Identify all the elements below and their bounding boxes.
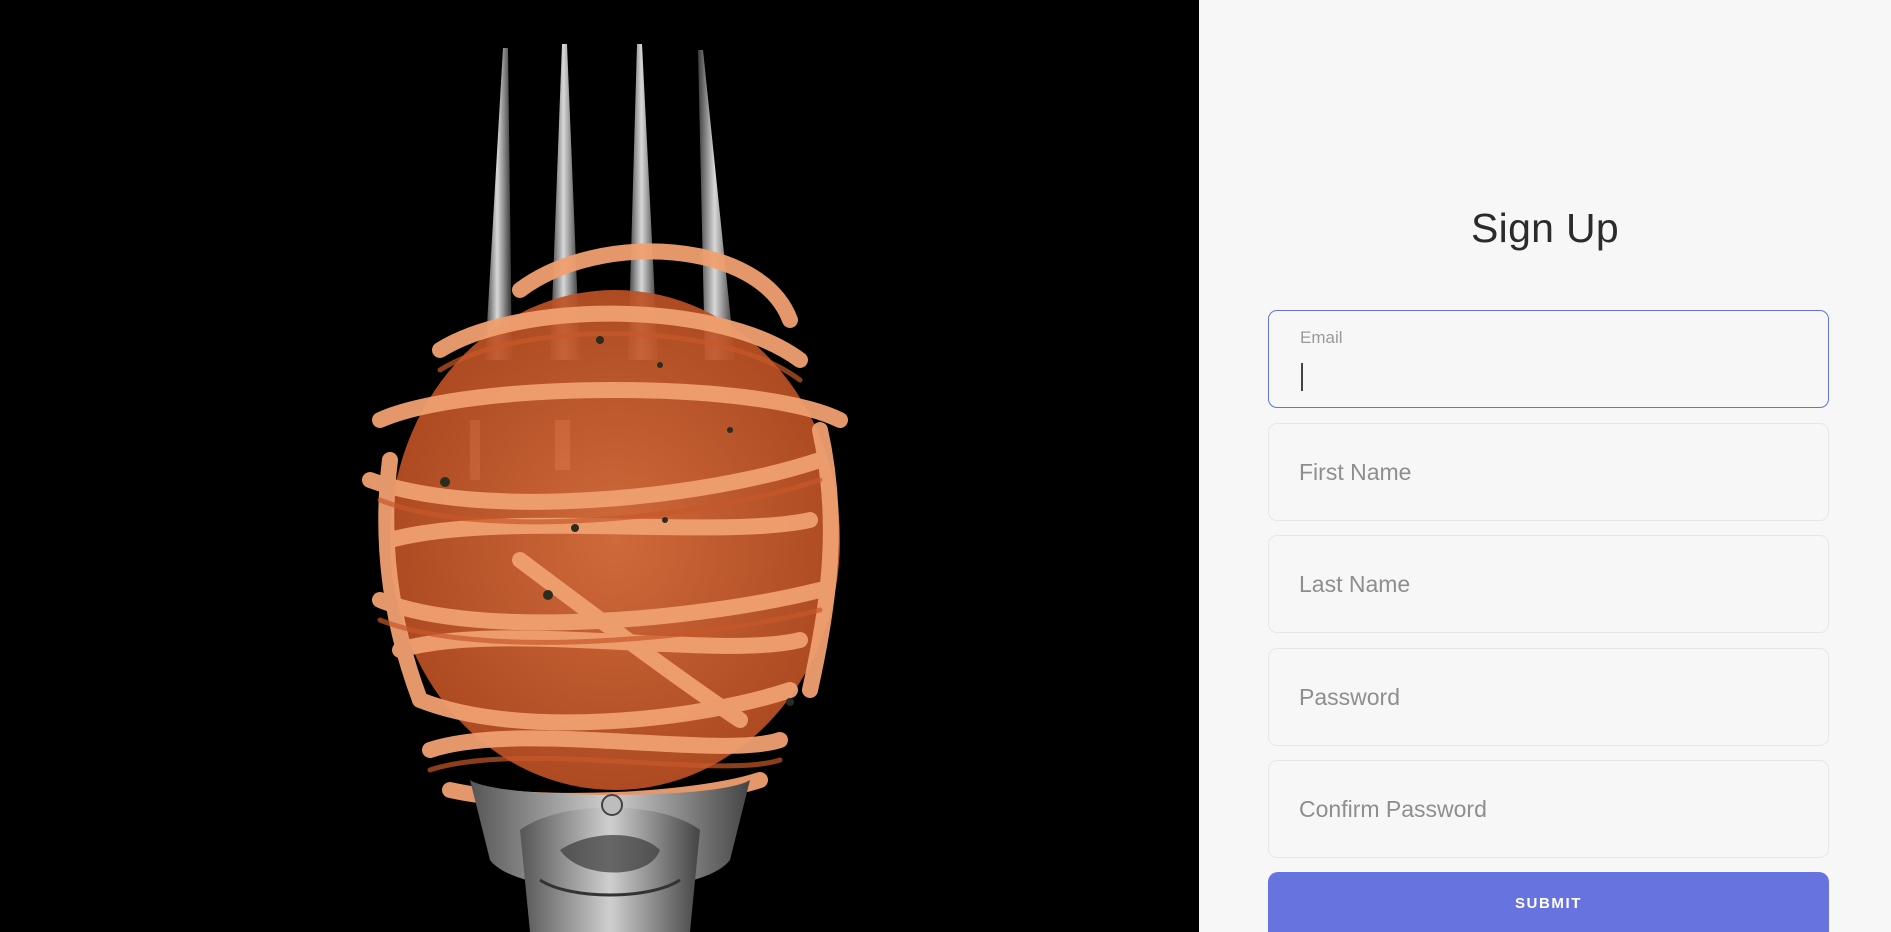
email-input[interactable] xyxy=(1299,355,1799,399)
last-name-field[interactable] xyxy=(1268,535,1829,633)
last-name-input[interactable] xyxy=(1299,536,1799,632)
spaghetti-fork-illustration xyxy=(362,44,848,932)
page-title: Sign Up xyxy=(1471,205,1619,251)
confirm-password-input[interactable] xyxy=(1299,761,1799,857)
email-label: Email xyxy=(1300,328,1343,347)
fork-handle xyxy=(470,780,750,932)
password-field[interactable] xyxy=(1268,648,1829,746)
password-input[interactable] xyxy=(1299,649,1799,745)
submit-button[interactable]: SUBMIT xyxy=(1268,872,1829,932)
email-field[interactable]: Email xyxy=(1268,310,1829,408)
first-name-input[interactable] xyxy=(1299,424,1799,520)
first-name-field[interactable] xyxy=(1268,423,1829,521)
hero-image xyxy=(0,0,1199,932)
confirm-password-field[interactable] xyxy=(1268,760,1829,858)
pasta-bundle xyxy=(362,243,848,809)
signup-form-panel: Sign Up Email SUBMIT xyxy=(1199,0,1891,932)
signup-page: Sign Up Email SUBMIT xyxy=(0,0,1891,932)
